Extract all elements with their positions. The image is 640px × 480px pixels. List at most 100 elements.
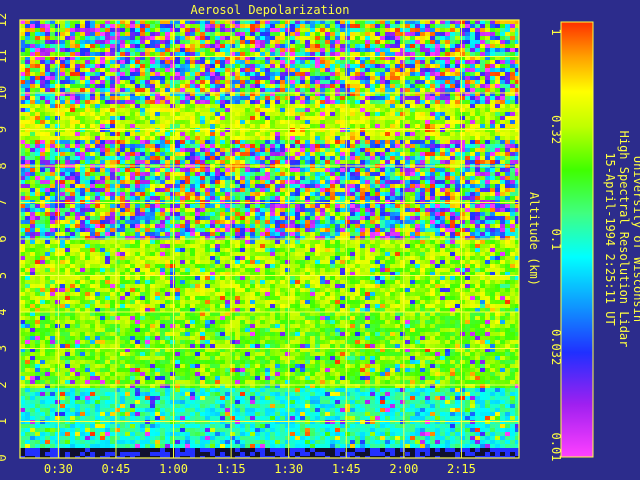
heatmap-cell: [185, 80, 190, 84]
heatmap-cell: [80, 160, 85, 164]
heatmap-cell: [130, 48, 135, 52]
heatmap-cell: [205, 104, 210, 108]
heatmap-cell: [375, 76, 380, 80]
heatmap-cell: [250, 156, 255, 160]
heatmap-cell: [160, 172, 165, 176]
heatmap-cell: [415, 104, 420, 108]
heatmap-cell: [440, 48, 445, 52]
heatmap-cell: [305, 148, 310, 152]
heatmap-cell: [145, 132, 150, 136]
heatmap-cell: [255, 160, 260, 164]
heatmap-cell: [460, 156, 465, 160]
heatmap-cell: [250, 188, 255, 192]
heatmap-cell: [300, 136, 305, 140]
heatmap-cell: [330, 212, 335, 216]
heatmap-cell: [410, 180, 415, 184]
heatmap-cell: [355, 208, 360, 212]
heatmap-cell: [120, 44, 125, 48]
heatmap-cell: [90, 48, 95, 52]
heatmap-cell: [90, 136, 95, 140]
heatmap-cell: [415, 144, 420, 148]
heatmap-cell: [510, 152, 515, 156]
heatmap-cell: [145, 60, 150, 64]
heatmap-cell: [280, 160, 285, 164]
heatmap-cell: [385, 184, 390, 188]
heatmap-cell: [35, 100, 40, 104]
heatmap-cell: [270, 36, 275, 40]
heatmap-cell: [275, 60, 280, 64]
heatmap-cell: [170, 168, 175, 172]
heatmap-cell: [285, 176, 290, 180]
heatmap-cell: [320, 60, 325, 64]
heatmap-cell: [370, 28, 375, 32]
heatmap-cell: [255, 168, 260, 172]
heatmap-cell: [90, 104, 95, 108]
heatmap-cell: [310, 84, 315, 88]
heatmap-cell: [475, 144, 480, 148]
heatmap-cell: [175, 156, 180, 160]
heatmap-cell: [50, 84, 55, 88]
heatmap-cell: [345, 176, 350, 180]
heatmap-cell: [480, 32, 485, 36]
heatmap-cell: [225, 100, 230, 104]
heatmap-cell: [390, 76, 395, 80]
heatmap-cell: [185, 96, 190, 100]
heatmap-cell: [270, 140, 275, 144]
heatmap-cell: [295, 76, 300, 80]
heatmap-cell: [170, 132, 175, 136]
heatmap-cell: [265, 76, 270, 80]
heatmap-cell: [360, 196, 365, 200]
heatmap-cell: [380, 68, 385, 72]
heatmap-cell: [45, 204, 50, 208]
heatmap-cell: [390, 204, 395, 208]
heatmap-cell: [410, 84, 415, 88]
heatmap-cell: [340, 44, 345, 48]
heatmap-cell: [455, 104, 460, 108]
heatmap-cell: [405, 156, 410, 160]
heatmap-cell: [210, 24, 215, 28]
heatmap-cell: [50, 176, 55, 180]
heatmap-cell: [140, 100, 145, 104]
heatmap-cell: [395, 148, 400, 152]
heatmap-cell: [410, 192, 415, 196]
heatmap-cell: [385, 32, 390, 36]
heatmap-cell: [200, 172, 205, 176]
heatmap-cell: [110, 64, 115, 68]
heatmap-cell: [430, 44, 435, 48]
heatmap-cell: [465, 116, 470, 120]
heatmap-cell: [100, 148, 105, 152]
heatmap-cell: [195, 136, 200, 140]
heatmap-cell: [275, 40, 280, 44]
heatmap-cell: [150, 68, 155, 72]
heatmap-cell: [450, 172, 455, 176]
heatmap-cell: [385, 44, 390, 48]
heatmap-cell: [485, 84, 490, 88]
heatmap-cell: [470, 88, 475, 92]
heatmap-cell: [450, 112, 455, 116]
heatmap-cell: [145, 72, 150, 76]
heatmap-cell: [35, 152, 40, 156]
heatmap-cell: [45, 212, 50, 216]
heatmap-cell: [175, 196, 180, 200]
heatmap-cell: [65, 188, 70, 192]
heatmap-cell: [270, 32, 275, 36]
heatmap-cell: [255, 124, 260, 128]
heatmap-cell: [220, 144, 225, 148]
heatmap-cell: [375, 32, 380, 36]
heatmap-cell: [275, 48, 280, 52]
heatmap-cell: [380, 72, 385, 76]
heatmap-cell: [165, 140, 170, 144]
heatmap-cell: [245, 176, 250, 180]
heatmap-cell: [375, 44, 380, 48]
heatmap-cell: [255, 192, 260, 196]
heatmap-cell: [380, 132, 385, 136]
heatmap-cell: [435, 40, 440, 44]
heatmap-cell: [370, 100, 375, 104]
heatmap-cell: [120, 36, 125, 40]
heatmap-cell: [120, 156, 125, 160]
heatmap-cell: [190, 160, 195, 164]
heatmap-cell: [260, 156, 265, 160]
heatmap-cell: [300, 84, 305, 88]
heatmap-cell: [320, 36, 325, 40]
heatmap-cell: [395, 208, 400, 212]
